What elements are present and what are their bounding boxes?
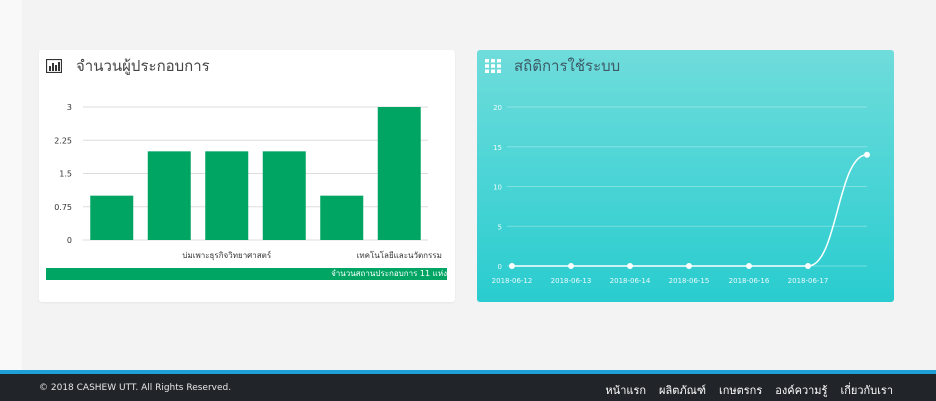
footer-link-knowledge[interactable]: องค์ความรู้ <box>775 381 827 399</box>
footer-nav: หน้าแรก ผลิตภัณฑ์ เกษตรกร องค์ความรู้ เก… <box>605 381 893 399</box>
left-gutter <box>0 0 22 370</box>
site-footer: © 2018 CASHEW UTT. All Rights Reserved. … <box>0 370 936 401</box>
y-tick-label: 0 <box>498 263 502 271</box>
y-tick-label: 15 <box>493 144 502 152</box>
bar <box>205 151 249 240</box>
entrepreneurs-bar-chart: 0 0.75 1.5 2.25 3 บ่มเพาะธุรกิจวิทยาศาสตร์ เทค… <box>54 103 442 260</box>
data-point <box>509 263 515 269</box>
footer-link-about[interactable]: เกี่ยวกับเรา <box>840 381 893 399</box>
footer-link-products[interactable]: ผลิตภัณฑ์ <box>659 381 706 399</box>
x-tick-label: 2018-06-13 <box>551 277 592 285</box>
bar <box>147 151 191 240</box>
series-line <box>511 153 868 267</box>
bar <box>90 195 134 240</box>
x-tick-label: 2018-06-14 <box>610 277 651 285</box>
footer-link-farmers[interactable]: เกษตรกร <box>719 381 762 399</box>
y-tick-label: 10 <box>493 184 502 192</box>
x-tick-label: 2018-06-16 <box>729 277 770 285</box>
bar <box>377 107 421 240</box>
entrepreneur-count-bar: จำนวนสถานประกอบการ 11 แห่ง <box>46 268 447 280</box>
data-point <box>746 263 752 269</box>
entrepreneurs-card: จำนวนผู้ประกอบการ 0 0.75 1.5 2.25 3 บ่มเพาะธุ… <box>39 50 455 302</box>
data-point <box>864 151 870 158</box>
x-tick-label: 2018-06-17 <box>788 277 829 285</box>
footer-link-home[interactable]: หน้าแรก <box>605 381 646 399</box>
data-point <box>805 263 811 269</box>
copyright-text: © 2018 CASHEW UTT. All Rights Reserved. <box>39 383 232 393</box>
usage-stats-card: สถิติการใช้ระบบ 0 5 10 15 20 2018-06-12 2018-0… <box>477 50 894 302</box>
y-tick-label: 0 <box>67 236 72 245</box>
entrepreneur-count-text: จำนวนสถานประกอบการ 11 แห่ง <box>331 269 447 278</box>
y-tick-label: 1.5 <box>59 170 72 179</box>
x-tick-label: บ่มเพาะธุรกิจวิทยาศาสตร์ <box>182 250 271 260</box>
y-tick-label: 20 <box>493 104 502 112</box>
usage-line-chart: 0 5 10 15 20 2018-06-12 2018-06-13 2018-06-14 20… <box>492 104 870 285</box>
x-tick-label: 2018-06-15 <box>669 277 710 285</box>
x-tick-label: เทคโนโลยีและนวัตกรรม <box>357 250 442 260</box>
x-tick-label: 2018-06-12 <box>492 277 533 285</box>
y-tick-label: 5 <box>498 223 502 231</box>
data-point <box>568 263 574 269</box>
data-point <box>686 263 692 269</box>
y-tick-label: 2.25 <box>54 136 72 145</box>
y-tick-label: 3 <box>67 103 72 112</box>
data-point <box>627 263 633 269</box>
y-tick-label: 0.75 <box>54 203 72 212</box>
bar <box>320 195 364 240</box>
bar <box>262 151 306 240</box>
